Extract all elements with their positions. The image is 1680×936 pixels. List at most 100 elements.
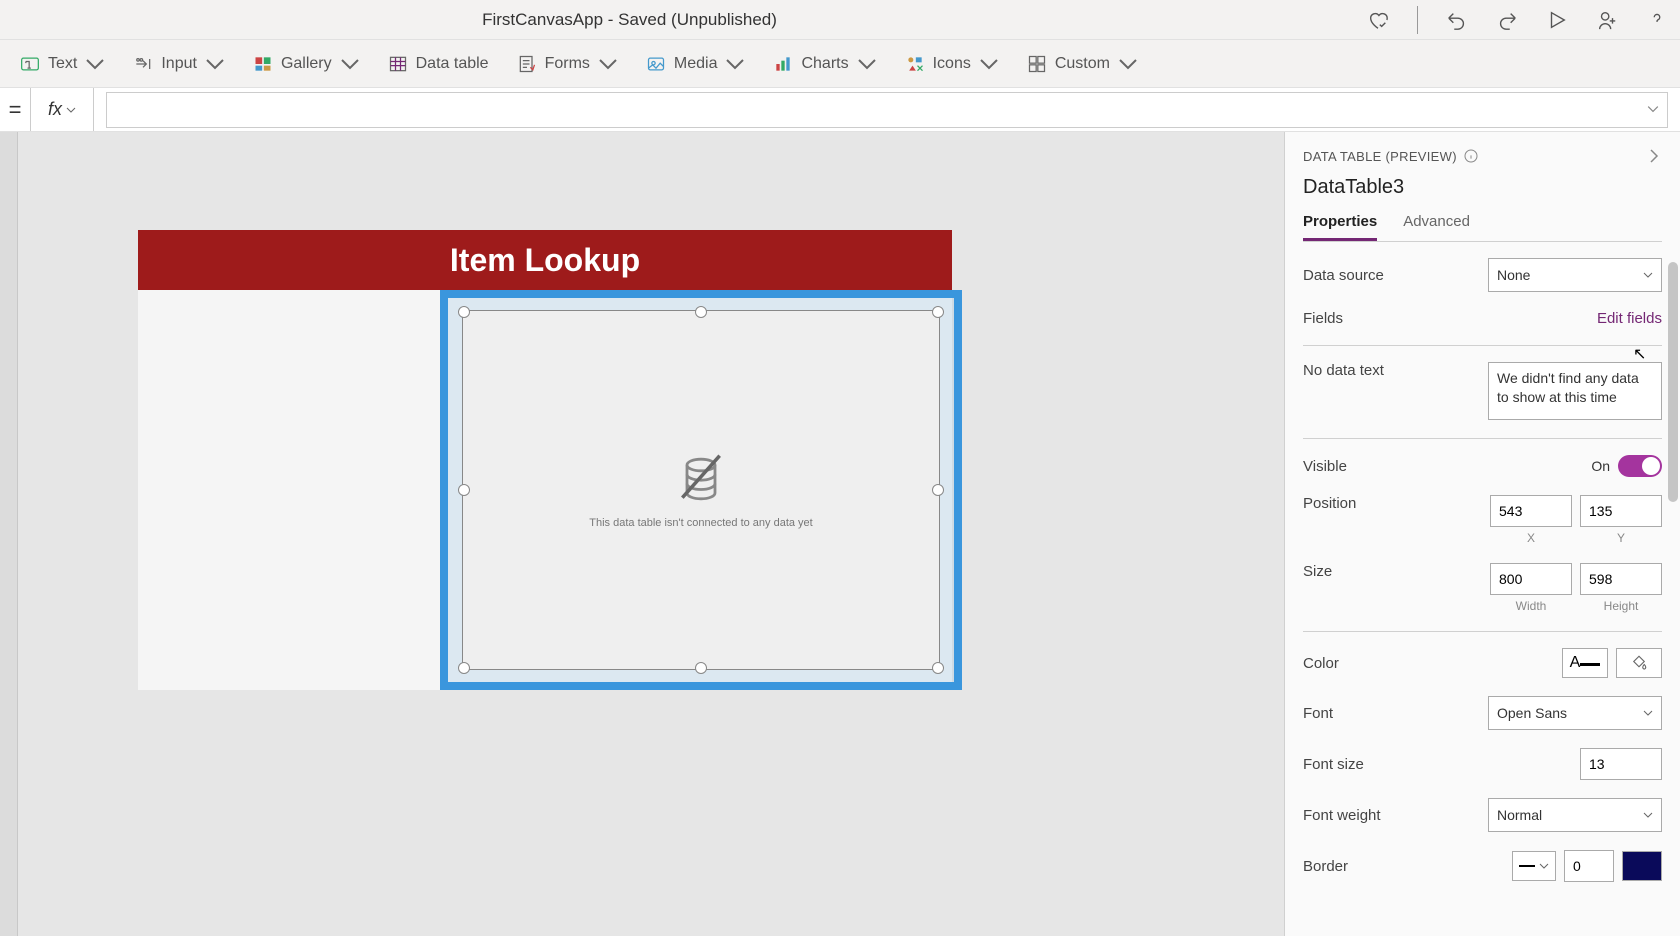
edit-fields-link[interactable]: Edit fields <box>1597 310 1662 327</box>
left-gutter <box>0 132 18 936</box>
database-disconnected-icon <box>673 451 729 507</box>
chevron-down-icon <box>1643 270 1653 280</box>
charts-icon <box>773 54 793 74</box>
ribbon-charts[interactable]: Charts <box>773 54 876 74</box>
resize-handle-tl[interactable] <box>458 306 470 318</box>
prop-position: Position 543 X 135 Y <box>1303 495 1662 545</box>
fontweight-dropdown[interactable]: Normal <box>1488 798 1662 832</box>
equals-label: = <box>0 97 30 123</box>
app-title: FirstCanvasApp - Saved (Unpublished) <box>12 10 1247 30</box>
prop-visible: Visible On <box>1303 455 1662 477</box>
toggle-switch[interactable] <box>1618 455 1662 477</box>
chevron-down-icon <box>1643 708 1653 718</box>
border-style-dropdown[interactable] <box>1512 851 1556 881</box>
chevron-down-icon <box>85 54 105 74</box>
chevron-down-icon <box>340 54 360 74</box>
datatable-placeholder: This data table isn't connected to any d… <box>462 310 940 670</box>
formula-bar: = fx <box>0 88 1680 132</box>
screen-title: Item Lookup <box>138 230 952 290</box>
control-name: DataTable3 <box>1303 176 1662 199</box>
font-color-button[interactable]: A <box>1562 648 1608 678</box>
info-icon[interactable] <box>1463 148 1479 164</box>
title-bar: FirstCanvasApp - Saved (Unpublished) <box>0 0 1680 40</box>
border-color-swatch[interactable] <box>1622 851 1662 881</box>
datatable-icon <box>388 54 408 74</box>
chevron-down-icon <box>598 54 618 74</box>
cursor-icon: ↖ <box>1633 344 1646 364</box>
resize-handle-br[interactable] <box>932 662 944 674</box>
border-width-input[interactable]: 0 <box>1564 850 1614 882</box>
divider <box>1303 345 1662 346</box>
play-icon[interactable] <box>1546 9 1568 31</box>
properties-panel: DATA TABLE (PREVIEW) DataTable3 Properti… <box>1284 132 1680 936</box>
screen-body: This data table isn't connected to any d… <box>138 290 952 690</box>
media-icon <box>646 54 666 74</box>
prop-font: Font Open Sans <box>1303 696 1662 730</box>
datatable-selection[interactable]: This data table isn't connected to any d… <box>440 290 962 690</box>
insert-ribbon: Text Input Gallery Data table Forms Medi… <box>0 40 1680 88</box>
chevron-right-icon[interactable] <box>1646 148 1662 164</box>
ribbon-custom[interactable]: Custom <box>1027 54 1138 74</box>
chevron-down-icon <box>66 105 76 115</box>
undo-icon[interactable] <box>1446 9 1468 31</box>
ribbon-icons[interactable]: Icons <box>905 54 999 74</box>
titlebar-actions <box>1367 6 1668 34</box>
forms-icon <box>517 54 537 74</box>
position-x-input[interactable]: 543 <box>1490 495 1572 527</box>
prop-color: Color A <box>1303 648 1662 678</box>
text-icon <box>20 54 40 74</box>
tab-properties[interactable]: Properties <box>1303 213 1377 241</box>
prop-fields: Fields Edit fields <box>1303 310 1662 327</box>
separator <box>1417 6 1418 34</box>
ribbon-input[interactable]: Input <box>133 54 225 74</box>
size-height-input[interactable]: 598 <box>1580 563 1662 595</box>
font-dropdown[interactable]: Open Sans <box>1488 696 1662 730</box>
resize-handle-mr[interactable] <box>932 484 944 496</box>
resize-handle-tm[interactable] <box>695 306 707 318</box>
icons-icon <box>905 54 925 74</box>
ribbon-text[interactable]: Text <box>20 54 105 74</box>
ribbon-forms[interactable]: Forms <box>517 54 618 74</box>
chevron-down-icon <box>979 54 999 74</box>
nodata-textbox[interactable]: We didn't find any data to show at this … <box>1488 362 1662 420</box>
canvas[interactable]: Item Lookup This data table isn't connec… <box>18 132 1284 936</box>
fx-dropdown[interactable]: fx <box>30 88 94 131</box>
resize-handle-bl[interactable] <box>458 662 470 674</box>
panel-scrollbar[interactable] <box>1668 262 1678 502</box>
size-width-input[interactable]: 800 <box>1490 563 1572 595</box>
chevron-down-icon <box>1539 861 1549 871</box>
gallery-icon <box>253 54 273 74</box>
health-icon[interactable] <box>1367 9 1389 31</box>
redo-icon[interactable] <box>1496 9 1518 31</box>
prop-nodata: No data text We didn't find any data to … <box>1303 362 1662 420</box>
ribbon-gallery[interactable]: Gallery <box>253 54 360 74</box>
resize-handle-ml[interactable] <box>458 484 470 496</box>
input-icon <box>133 54 153 74</box>
resize-handle-bm[interactable] <box>695 662 707 674</box>
main-area: Item Lookup This data table isn't connec… <box>0 132 1680 936</box>
fill-color-button[interactable] <box>1616 648 1662 678</box>
chevron-down-icon <box>1118 54 1138 74</box>
chevron-down-icon <box>205 54 225 74</box>
datatable-empty-message: This data table isn't connected to any d… <box>589 517 812 529</box>
app-screen: Item Lookup This data table isn't connec… <box>138 230 952 690</box>
resize-handle-tr[interactable] <box>932 306 944 318</box>
share-icon[interactable] <box>1596 9 1618 31</box>
help-icon[interactable] <box>1646 9 1668 31</box>
datasource-dropdown[interactable]: None <box>1488 258 1662 292</box>
position-y-input[interactable]: 135 <box>1580 495 1662 527</box>
ribbon-media[interactable]: Media <box>646 54 746 74</box>
ribbon-datatable[interactable]: Data table <box>388 54 489 74</box>
fontsize-input[interactable]: 13 <box>1580 748 1662 780</box>
chevron-down-icon <box>1643 810 1653 820</box>
prop-size: Size 800 Width 598 Height <box>1303 563 1662 613</box>
custom-icon <box>1027 54 1047 74</box>
divider <box>1303 438 1662 439</box>
tab-advanced[interactable]: Advanced <box>1403 213 1470 241</box>
formula-input[interactable] <box>106 92 1668 128</box>
prop-datasource: Data source None <box>1303 258 1662 292</box>
expand-formula-icon[interactable] <box>1647 102 1659 118</box>
prop-fontsize: Font size 13 <box>1303 748 1662 780</box>
visible-toggle[interactable]: On <box>1591 455 1662 477</box>
prop-border: Border 0 <box>1303 850 1662 882</box>
